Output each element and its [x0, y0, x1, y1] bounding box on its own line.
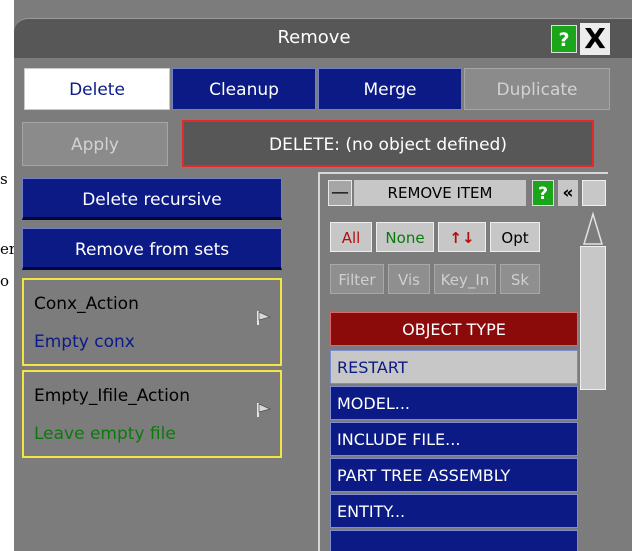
tab-duplicate[interactable]: Duplicate [464, 68, 610, 110]
object-type-header: OBJECT TYPE [330, 312, 578, 346]
options-button[interactable]: Opt [490, 222, 540, 252]
remove-item-title: REMOVE ITEM [354, 180, 526, 206]
empty-ifile-action-title: Empty_Ifile_Action [34, 386, 190, 406]
vis-button[interactable]: Vis [388, 264, 430, 294]
remove-item-panel: — REMOVE ITEM ? « All None ↑↓ Opt Filter… [318, 172, 608, 551]
filter-button[interactable]: Filter [330, 264, 384, 294]
close-button[interactable]: X [580, 23, 610, 55]
remove-from-sets-button[interactable]: Remove from sets [22, 228, 282, 270]
minimize-button[interactable]: — [328, 180, 352, 206]
window-title: Remove [277, 27, 351, 48]
apply-button[interactable]: Apply [22, 122, 168, 166]
tab-delete[interactable]: Delete [24, 68, 170, 110]
title-bar[interactable]: Remove ? X [14, 18, 632, 58]
background-text-1: s [0, 170, 8, 188]
list-item-part-tree-assembly[interactable]: PART TREE ASSEMBLY [330, 458, 578, 492]
key-in-button[interactable]: Key_In [434, 264, 496, 294]
list-item-include-file[interactable]: INCLUDE FILE... [330, 422, 578, 456]
help-button[interactable]: ? [551, 25, 577, 53]
conx-action-box[interactable]: Conx_Action Empty conx [22, 278, 282, 366]
list-item-entity[interactable]: ENTITY... [330, 494, 578, 528]
flag-icon[interactable] [256, 310, 272, 326]
tab-cleanup[interactable]: Cleanup [172, 68, 316, 110]
scrollbar[interactable] [580, 210, 606, 390]
background-text-3: o [0, 272, 10, 290]
list-item-next[interactable] [330, 530, 578, 551]
flag-icon[interactable] [256, 402, 272, 418]
invert-selection-button[interactable]: ↑↓ [438, 222, 486, 252]
remove-item-help-button[interactable]: ? [532, 180, 554, 206]
empty-ifile-action-value: Leave empty file [34, 424, 176, 444]
sketch-button[interactable]: Sk [500, 264, 540, 294]
list-item-restart[interactable]: RESTART [330, 350, 578, 384]
scroll-top-button[interactable] [582, 180, 606, 206]
collapse-icon[interactable]: « [558, 180, 578, 206]
empty-ifile-action-box[interactable]: Empty_Ifile_Action Leave empty file [22, 370, 282, 458]
status-bar: DELETE: (no object defined) [182, 120, 594, 167]
tab-merge[interactable]: Merge [318, 68, 462, 110]
none-button[interactable]: None [376, 222, 434, 252]
conx-action-title: Conx_Action [34, 294, 139, 314]
scroll-up-icon[interactable] [580, 210, 606, 246]
delete-recursive-button[interactable]: Delete recursive [22, 178, 282, 220]
all-button[interactable]: All [330, 222, 372, 252]
remove-panel: Remove ? X Delete Cleanup Merge Duplicat… [14, 0, 632, 551]
list-item-model[interactable]: MODEL... [330, 386, 578, 420]
scroll-thumb[interactable] [580, 246, 606, 390]
conx-action-value: Empty conx [34, 332, 135, 352]
